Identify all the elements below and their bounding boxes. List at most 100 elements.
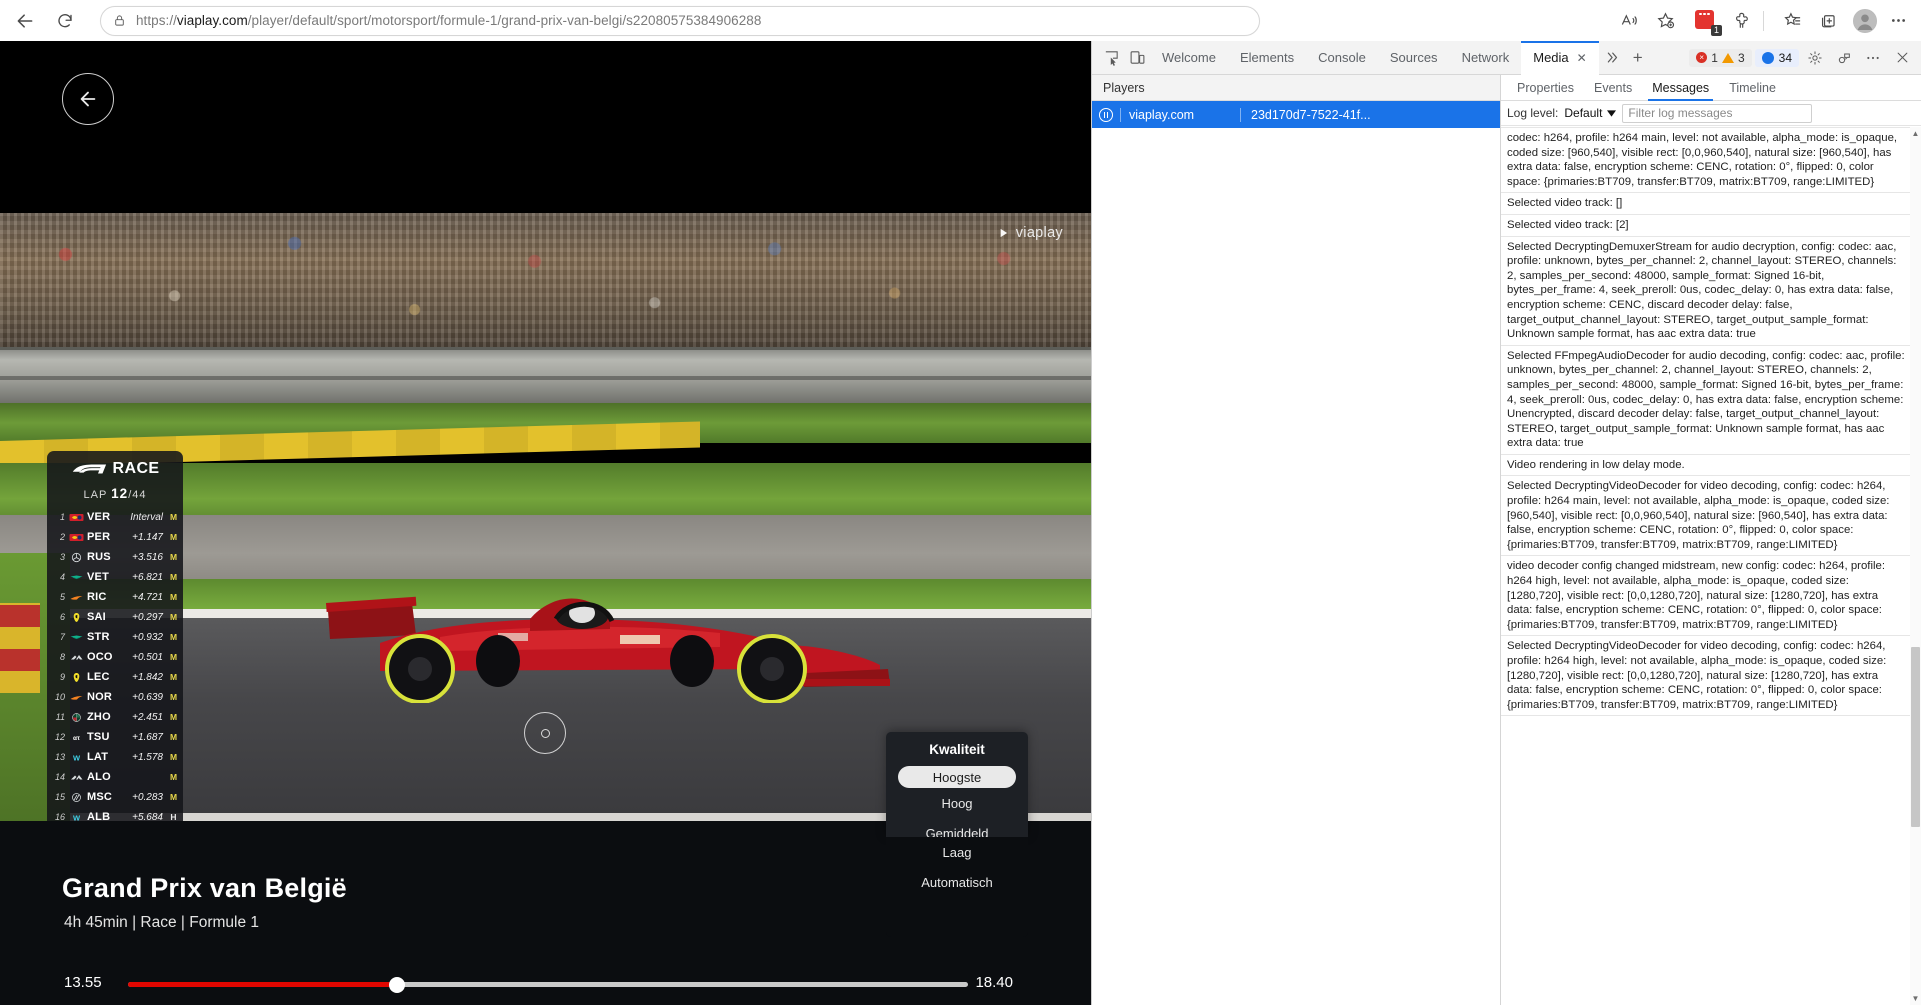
driver-position: 16 xyxy=(54,812,65,821)
lap-total: /44 xyxy=(128,489,147,501)
video-surface[interactable]: viaplay RACE LAP 12/44 1 VER Interval M … xyxy=(0,213,1091,821)
more-options-icon[interactable] xyxy=(1860,46,1886,70)
quality-option-hoogste[interactable]: Hoogste xyxy=(898,766,1016,788)
log-message: Selected DecryptingVideoDecoder for vide… xyxy=(1501,636,1921,717)
video-player-page: viaplay RACE LAP 12/44 1 VER Interval M … xyxy=(0,41,1091,1005)
media-detail-tab-timeline[interactable]: Timeline xyxy=(1719,81,1786,100)
log-message: Selected DecryptingVideoDecoder for vide… xyxy=(1501,476,1921,557)
seek-bar-handle[interactable] xyxy=(388,977,405,993)
more-tabs-icon[interactable] xyxy=(1599,46,1625,70)
devtools-tab-console[interactable]: Console xyxy=(1306,41,1378,75)
center-play-indicator[interactable] xyxy=(524,712,566,754)
tyre-compound: M xyxy=(169,692,178,702)
issues-badge[interactable]: × 1 3 xyxy=(1689,48,1752,67)
devtools-tab-media[interactable]: Media ✕ xyxy=(1521,40,1600,75)
seek-bar[interactable] xyxy=(128,977,968,993)
driver-position: 3 xyxy=(59,552,65,562)
log-level-select[interactable]: Default xyxy=(1564,106,1617,120)
media-players-pane: Players viaplay.com 23d170d7-7522-41f... xyxy=(1092,75,1501,1005)
driver-position: 11 xyxy=(55,712,65,722)
driver-gap: +1.687 xyxy=(132,731,163,743)
time-end: 18.40 xyxy=(975,974,1013,991)
devtools-toolbar: Welcome Elements Console Sources Network Medi… xyxy=(1092,40,1921,75)
driver-code: ALB xyxy=(87,811,111,821)
driver-gap: +1.842 xyxy=(132,671,163,683)
f1-live-leaderboard: RACE LAP 12/44 1 VER Interval M 2 PER +1.147 M 3… xyxy=(47,451,183,821)
favorites-icon[interactable] xyxy=(1777,6,1807,36)
devtools-tab-welcome[interactable]: Welcome xyxy=(1150,41,1228,75)
team-logo-icon: W xyxy=(68,751,84,763)
driver-code: RUS xyxy=(87,551,111,563)
driver-gap: +1.147 xyxy=(132,531,163,543)
messages-list[interactable]: codec: h264, profile: h264 main, level: … xyxy=(1501,127,1921,1005)
add-favorite-icon[interactable] xyxy=(1650,6,1680,36)
scroll-up-icon[interactable]: ▲ xyxy=(1910,127,1921,140)
collections-icon[interactable] xyxy=(1813,6,1843,36)
player-back-button[interactable] xyxy=(62,73,114,125)
players-header: Players xyxy=(1092,75,1500,101)
quality-option-hoog[interactable]: Hoog xyxy=(886,788,1028,818)
quality-options-top: Hoogste Hoog Gemiddeld xyxy=(886,766,1028,848)
log-message: Selected FFmpegAudioDecoder for audio de… xyxy=(1501,346,1921,455)
read-aloud-icon[interactable] xyxy=(1614,6,1644,36)
devtools-tab-strip: Welcome Elements Console Sources Network Medi… xyxy=(1150,40,1600,75)
team-logo-icon: W xyxy=(68,811,84,821)
leaderboard-row: 14 ALO M xyxy=(47,767,183,787)
team-logo-icon xyxy=(68,671,84,683)
settings-gear-icon[interactable] xyxy=(1802,46,1828,70)
devtools-tab-network[interactable]: Network xyxy=(1450,41,1522,75)
quality-option-automatisch[interactable]: Automatisch xyxy=(886,867,1028,897)
messages-scrollbar[interactable]: ▲ ▼ xyxy=(1910,127,1921,1005)
lap-current: 12 xyxy=(111,486,129,501)
driver-code: SAI xyxy=(87,611,106,623)
devtools-tab-elements[interactable]: Elements xyxy=(1228,41,1306,75)
driver-gap: +6.821 xyxy=(132,571,163,583)
browser-essentials-icon[interactable] xyxy=(1726,6,1756,36)
browser-toolbar-actions: 1 xyxy=(1608,6,1913,36)
driver-position: 4 xyxy=(59,572,65,582)
scroll-down-icon[interactable]: ▼ xyxy=(1910,992,1921,1005)
player-row[interactable]: viaplay.com 23d170d7-7522-41f... xyxy=(1092,101,1500,128)
log-message: codec: h264, profile: h264 main, level: … xyxy=(1501,128,1921,194)
driver-position: 8 xyxy=(59,652,65,662)
inspect-element-icon[interactable] xyxy=(1098,46,1124,70)
error-count: 1 xyxy=(1711,50,1718,65)
media-detail-pane: Properties Events Messages Timeline Log lev… xyxy=(1501,75,1921,1005)
devtools-panel: Welcome Elements Console Sources Network Medi… xyxy=(1091,40,1921,1005)
back-arrow-icon[interactable] xyxy=(8,4,42,38)
tyre-compound: M xyxy=(169,512,178,522)
media-detail-tab-properties[interactable]: Properties xyxy=(1507,81,1584,100)
f1-logo-icon xyxy=(72,464,106,474)
toolbar-divider xyxy=(1763,10,1764,31)
tyre-compound: M xyxy=(169,632,178,642)
driver-position: 6 xyxy=(59,612,65,622)
devtools-tab-sources[interactable]: Sources xyxy=(1378,41,1450,75)
profile-avatar-icon[interactable] xyxy=(1853,8,1877,33)
leaderboard-row: 11 ZHO +2.451 M xyxy=(47,707,183,727)
log-filter-input[interactable]: Filter log messages xyxy=(1622,103,1813,123)
tyre-compound: M xyxy=(169,792,178,802)
log-message: video decoder config changed midstream, … xyxy=(1501,556,1921,637)
driver-code: TSU xyxy=(87,731,110,743)
extension-icon[interactable]: 1 xyxy=(1692,7,1722,36)
scrollbar-thumb[interactable] xyxy=(1911,647,1920,827)
close-devtools-icon[interactable] xyxy=(1889,46,1915,70)
settings-and-more-icon[interactable] xyxy=(1883,6,1913,36)
log-filter-bar: Log level: Default Filter log messages xyxy=(1501,101,1921,126)
messages-badge[interactable]: 34 xyxy=(1754,48,1799,67)
driver-position: 1 xyxy=(59,512,65,522)
reload-icon[interactable] xyxy=(48,4,82,38)
address-bar[interactable]: https://viaplay.com/player/default/sport… xyxy=(100,5,1260,36)
close-tab-icon[interactable]: ✕ xyxy=(1577,51,1587,65)
team-logo-icon xyxy=(68,771,84,783)
devtools-toolbar-right: × 1 3 34 xyxy=(1689,46,1915,70)
devtools-tab-label: Welcome xyxy=(1162,50,1216,65)
media-detail-tab-messages[interactable]: Messages xyxy=(1642,81,1719,101)
new-tab-icon[interactable]: + xyxy=(1625,46,1651,70)
dock-side-icon[interactable] xyxy=(1831,46,1857,70)
devtools-tab-label: Elements xyxy=(1239,50,1295,65)
driver-position: 7 xyxy=(59,632,65,642)
device-toolbar-icon[interactable] xyxy=(1124,46,1150,70)
quality-option-laag[interactable]: Laag xyxy=(886,837,1028,867)
media-detail-tab-events[interactable]: Events xyxy=(1584,81,1642,100)
